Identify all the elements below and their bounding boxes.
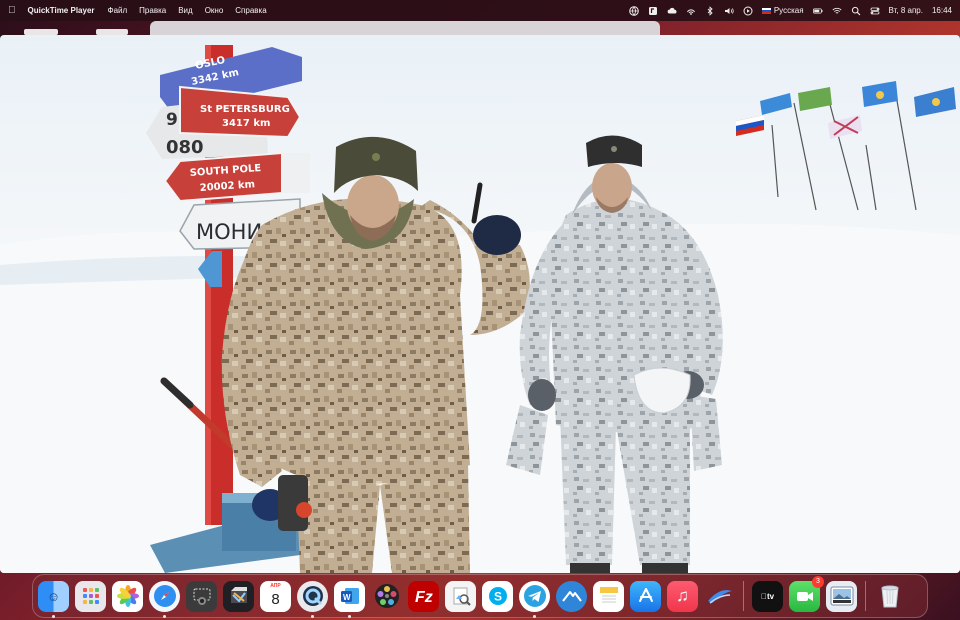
- app-store-icon: [638, 588, 653, 602]
- dock-skype[interactable]: S: [482, 580, 513, 612]
- dock-facetime[interactable]: 3: [789, 575, 824, 612]
- video-frame: OSLO 3342 km 9 080 St PETERSBURG 3417 km…: [0, 45, 960, 573]
- dock-screenshot[interactable]: [186, 580, 217, 612]
- dock-separator: [865, 581, 866, 611]
- battery-icon[interactable]: [812, 6, 823, 16]
- wifi-icon[interactable]: [832, 6, 842, 16]
- filezilla-icon: Fz: [415, 589, 433, 606]
- telegram-icon: [523, 585, 546, 607]
- svg-text:Fz: Fz: [415, 589, 433, 606]
- word-icon: W: [340, 588, 359, 604]
- input-source-label: Русская: [773, 6, 804, 15]
- dock-launchpad[interactable]: [75, 580, 106, 612]
- dock-notes[interactable]: [593, 580, 624, 612]
- screenshot-icon: [193, 588, 210, 605]
- menu-view[interactable]: Вид: [178, 6, 192, 15]
- safari-icon: [153, 585, 176, 607]
- launchpad-icon: [82, 588, 99, 604]
- trash-icon: [880, 585, 899, 608]
- apple-tv-icon: tv: [761, 592, 774, 601]
- menu-file[interactable]: Файл: [108, 6, 128, 15]
- swoosh-icon: [707, 590, 732, 604]
- dock: ☺ АПР 8 W Fz S ♫ tv 3: [32, 574, 928, 618]
- app-menu-quicktime[interactable]: QuickTime Player: [28, 6, 95, 15]
- running-indicator: [52, 614, 55, 618]
- photos-icon: [116, 585, 139, 607]
- dock-music[interactable]: ♫: [667, 580, 698, 612]
- russian-flag-icon: [761, 7, 771, 14]
- input-source[interactable]: Русская: [761, 6, 804, 15]
- calendar-month: АПР: [270, 582, 281, 589]
- preview-icon: [453, 587, 471, 606]
- menu-bar:  QuickTime Player Файл Правка Вид Окно …: [0, 0, 960, 21]
- dock-filezilla[interactable]: Fz: [408, 580, 439, 612]
- dock-trash[interactable]: [874, 581, 905, 612]
- dock-telegram[interactable]: [519, 580, 550, 618]
- facetime-icon: [796, 592, 813, 601]
- apple-icon[interactable]: : [8, 5, 16, 16]
- quicktime-icon: [302, 586, 323, 606]
- dock-image-viewer[interactable]: [826, 580, 857, 612]
- dock-apple-tv[interactable]: tv: [752, 580, 783, 612]
- flags-group: [736, 81, 956, 211]
- svg-text:W: W: [343, 593, 351, 602]
- menu-edit[interactable]: Правка: [139, 6, 166, 15]
- running-indicator: [348, 614, 351, 618]
- running-indicator: [163, 614, 166, 618]
- calendar-day: 8: [271, 590, 280, 608]
- mountain-icon: [561, 591, 582, 602]
- menu-time[interactable]: 16:44: [932, 6, 952, 15]
- notes-icon: [599, 587, 618, 603]
- quicktime-video-window[interactable]: OSLO 3342 km 9 080 St PETERSBURG 3417 km…: [0, 35, 960, 573]
- status-area: Русская Вт, 8 апр. 16:44: [629, 5, 952, 16]
- running-indicator: [533, 614, 536, 618]
- menu-help[interactable]: Справка: [235, 6, 266, 15]
- dock-final-cut-pro[interactable]: [223, 580, 254, 612]
- globe-icon[interactable]: [629, 5, 639, 16]
- menu-date[interactable]: Вт, 8 апр.: [889, 6, 923, 15]
- play-circle-icon[interactable]: [743, 6, 753, 16]
- running-indicator: [311, 614, 314, 618]
- dock-calendar[interactable]: АПР 8: [260, 580, 291, 612]
- music-icon: ♫: [676, 586, 689, 605]
- svg-text:S: S: [494, 590, 502, 604]
- skype-icon: S: [488, 587, 507, 605]
- sign-partial-text-2: 080: [166, 137, 204, 158]
- finder-icon: ☺: [46, 588, 61, 604]
- shortcut-icon[interactable]: [648, 6, 658, 16]
- apple-tv-label: tv: [763, 591, 774, 601]
- search-icon[interactable]: [851, 6, 861, 16]
- sign-south-pole: [163, 151, 283, 203]
- dock-app-store[interactable]: [630, 580, 661, 612]
- dock-altitude[interactable]: [556, 580, 587, 612]
- bluetooth-icon[interactable]: [705, 5, 715, 16]
- dock-preview[interactable]: [445, 580, 476, 612]
- dock-word[interactable]: W: [334, 580, 365, 618]
- sign-stpetersburg-distance: 3417 km: [222, 118, 270, 129]
- sign-stpetersburg-city: St PETERSBURG: [200, 104, 290, 115]
- hotspot-icon[interactable]: [686, 6, 696, 16]
- photo-thumbnail-icon: [830, 586, 853, 606]
- control-center-icon[interactable]: [870, 6, 880, 16]
- dock-quicktime[interactable]: [297, 580, 328, 618]
- menu-window[interactable]: Окно: [205, 6, 224, 15]
- dock-photos[interactable]: [112, 580, 143, 612]
- dock-separator: [743, 581, 744, 611]
- film-reel-icon: [374, 584, 399, 608]
- dock-video-player[interactable]: [371, 581, 402, 612]
- sign-partial-text-1: 9: [166, 110, 178, 130]
- dock-network-app[interactable]: [704, 581, 735, 612]
- cloud-icon[interactable]: [667, 6, 677, 16]
- dock-finder[interactable]: ☺: [38, 580, 69, 618]
- facetime-badge: 3: [812, 575, 824, 588]
- background-window-toolbar: [150, 21, 660, 35]
- dock-safari[interactable]: [149, 580, 180, 618]
- final-cut-icon: [230, 587, 247, 603]
- volume-icon[interactable]: [724, 6, 734, 16]
